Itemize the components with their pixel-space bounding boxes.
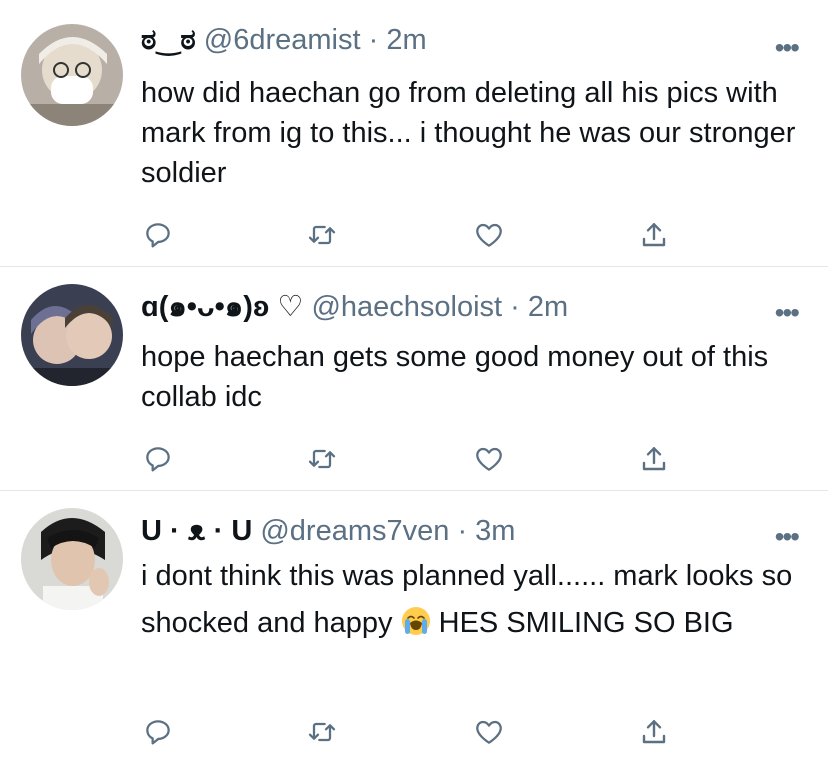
tweet[interactable]: ಠ‿ಠ @6dreamist · 2m ••• how did haechan …: [0, 0, 828, 267]
timestamp[interactable]: 2m: [528, 291, 568, 323]
user-handle[interactable]: @6dreamist: [204, 24, 361, 56]
tweet-text-part: HES SMILING SO BIG: [430, 607, 734, 639]
reply-icon[interactable]: [138, 215, 178, 255]
like-icon[interactable]: [469, 439, 509, 479]
more-icon[interactable]: •••: [775, 34, 800, 62]
tweet[interactable]: U · ᴥ · U @dreams7ven · 3m ••• i dont th…: [0, 491, 828, 766]
retweet-icon[interactable]: [302, 215, 342, 255]
tweet-actions: [0, 215, 828, 255]
more-icon[interactable]: •••: [775, 523, 800, 551]
reply-icon[interactable]: [138, 712, 178, 752]
tweet-header: ಠ‿ಠ @6dreamist · 2m: [141, 22, 427, 58]
avatar[interactable]: [21, 284, 123, 386]
user-handle[interactable]: @dreams7ven: [260, 515, 449, 547]
separator: ·: [510, 291, 520, 323]
separator: ·: [457, 515, 468, 547]
retweet-icon[interactable]: [302, 439, 342, 479]
share-icon[interactable]: [634, 439, 674, 479]
tweet[interactable]: ɑ(๑•ᴗ•๑)ʚ ♡ @haechsoloist · 2m ••• hope …: [0, 267, 828, 491]
display-name[interactable]: ɑ(๑•ᴗ•๑)ʚ ♡: [141, 291, 303, 323]
tweet-text: how did haechan go from deleting all his…: [141, 77, 796, 189]
like-icon[interactable]: [469, 215, 509, 255]
timestamp[interactable]: 3m: [475, 515, 515, 547]
display-name[interactable]: U · ᴥ · U: [141, 515, 252, 547]
share-icon[interactable]: [634, 712, 674, 752]
tweet-header: ɑ(๑•ᴗ•๑)ʚ ♡ @haechsoloist · 2m: [141, 289, 568, 325]
tweet-text: hope haechan gets some good money out of…: [141, 341, 769, 413]
display-name[interactable]: ಠ‿ಠ: [141, 24, 196, 56]
share-icon[interactable]: [634, 215, 674, 255]
tweet-actions: [0, 439, 828, 479]
separator: ·: [368, 24, 379, 56]
avatar[interactable]: [21, 508, 123, 610]
timestamp[interactable]: 2m: [386, 24, 426, 56]
avatar[interactable]: [21, 24, 123, 126]
retweet-icon[interactable]: [302, 712, 342, 752]
tweet-text: i dont think this was planned yall......…: [141, 553, 798, 647]
more-icon[interactable]: •••: [775, 299, 800, 327]
like-icon[interactable]: [469, 712, 509, 752]
tweet-actions: [0, 712, 828, 752]
tweet-header: U · ᴥ · U @dreams7ven · 3m: [141, 513, 515, 549]
loudly-crying-face-icon: [401, 607, 430, 635]
reply-icon[interactable]: [138, 439, 178, 479]
user-handle[interactable]: @haechsoloist: [311, 291, 502, 323]
